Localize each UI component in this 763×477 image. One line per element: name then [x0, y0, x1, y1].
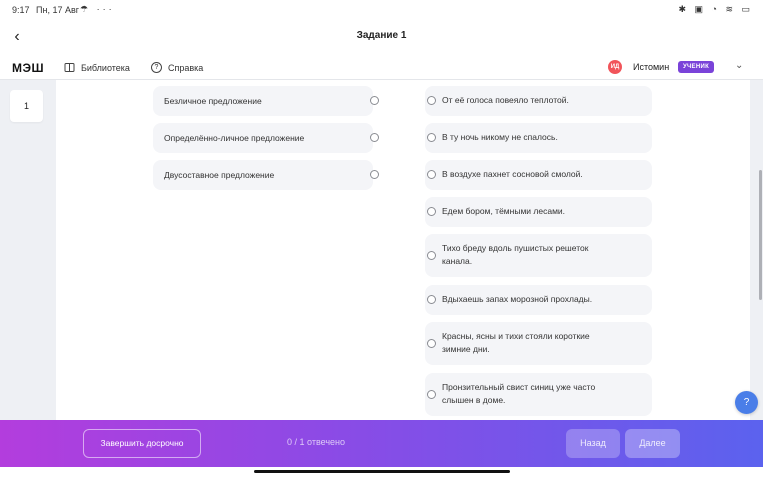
right-option-card[interactable]: Тихо бреду вдоль пушистых решеток канала…	[425, 234, 652, 277]
answered-progress: 0 / 1 отвечено	[287, 437, 345, 447]
right-option-card[interactable]: Вдыхаешь запах морозной прохлады.	[425, 285, 652, 315]
question-sidebar	[0, 80, 56, 420]
status-time: 9:17	[12, 5, 30, 15]
left-option-label: Определённо-личное предложение	[164, 133, 305, 143]
question-number-tile[interactable]: 1	[10, 90, 43, 122]
top-navbar: МЭШ Библиотека ? Справка ИД Истомин УЧЕН…	[0, 54, 763, 80]
right-option-card[interactable]: Едем бором, тёмными лесами.	[425, 197, 652, 227]
right-option-label: Вдыхаешь запах морозной прохлады.	[442, 294, 593, 304]
status-system-icons: ✱ ▣ ◔ ≋ ▭	[678, 4, 753, 14]
mesh-logo[interactable]: МЭШ	[12, 61, 44, 75]
status-bar: 9:17 Пн, 17 Авг ☂ ··· ✱ ▣ ◔ ≋ ▭	[0, 0, 763, 20]
user-name[interactable]: Истомин	[633, 62, 669, 72]
nav-help-link[interactable]: ? Справка	[151, 62, 203, 73]
connector-radio[interactable]	[427, 390, 436, 399]
right-option-label: Тихо бреду вдоль пушистых решеток канала…	[442, 243, 589, 266]
finish-early-button[interactable]: Завершить досрочно	[83, 429, 201, 458]
right-option-label: В воздухе пахнет сосновой смолой.	[442, 169, 583, 179]
left-option-label: Двусоставное предложение	[164, 170, 275, 180]
connector-radio[interactable]	[370, 133, 379, 142]
title-bar: ‹ Задание 1	[0, 20, 763, 54]
right-option-label: В ту ночь никому не спалось.	[442, 132, 558, 142]
nav-library-link[interactable]: Библиотека	[64, 62, 130, 73]
nav-library-label: Библиотека	[81, 62, 130, 73]
right-option-card[interactable]: В воздухе пахнет сосновой смолой.	[425, 160, 652, 190]
role-badge: УЧЕНИК	[678, 61, 715, 73]
right-option-card[interactable]: Красны, ясны и тихи стояли короткие зимн…	[425, 322, 652, 365]
scrollbar[interactable]	[759, 170, 762, 300]
right-option-label: Пронзительный свист синиц уже часто слыш…	[442, 382, 596, 405]
left-option-card[interactable]: Безличное предложение	[153, 86, 379, 116]
right-option-card[interactable]: Пронзительный свист синиц уже часто слыш…	[425, 373, 652, 416]
back-button[interactable]: Назад	[566, 429, 620, 458]
right-option-label: От её голоса повеяло теплотой.	[442, 95, 569, 105]
left-option-card[interactable]: Определённо-личное предложение	[153, 123, 379, 153]
left-option-label: Безличное предложение	[164, 96, 262, 106]
question-circle-icon: ?	[151, 62, 162, 73]
connector-radio[interactable]	[427, 295, 436, 304]
connector-radio[interactable]	[427, 251, 436, 260]
task-footer: Завершить досрочно 0 / 1 отвечено Назад …	[0, 420, 763, 467]
help-fab-button[interactable]: ?	[735, 391, 758, 414]
home-indicator[interactable]	[254, 470, 510, 473]
avatar[interactable]: ИД	[608, 60, 622, 74]
nav-help-label: Справка	[168, 62, 204, 73]
page-title: Задание 1	[356, 30, 407, 41]
connector-radio[interactable]	[427, 207, 436, 216]
connector-radio[interactable]	[427, 170, 436, 179]
connector-radio[interactable]	[427, 96, 436, 105]
status-notification-icons: ☂ ···	[80, 4, 115, 14]
right-option-card[interactable]: В ту ночь никому не спалось.	[425, 123, 652, 153]
connector-radio[interactable]	[370, 96, 379, 105]
connector-radio[interactable]	[370, 170, 379, 179]
connector-radio[interactable]	[427, 339, 436, 348]
chevron-down-icon[interactable]: ⌄	[735, 60, 743, 71]
next-button[interactable]: Далее	[625, 429, 680, 458]
connector-radio[interactable]	[427, 133, 436, 142]
left-option-card[interactable]: Двусоставное предложение	[153, 160, 379, 190]
right-option-label: Красны, ясны и тихи стояли короткие зимн…	[442, 331, 590, 354]
status-date: Пн, 17 Авг	[36, 5, 80, 15]
right-option-label: Едем бором, тёмными лесами.	[442, 206, 566, 216]
right-option-card[interactable]: От её голоса повеяло теплотой.	[425, 86, 652, 116]
book-icon	[64, 62, 75, 73]
